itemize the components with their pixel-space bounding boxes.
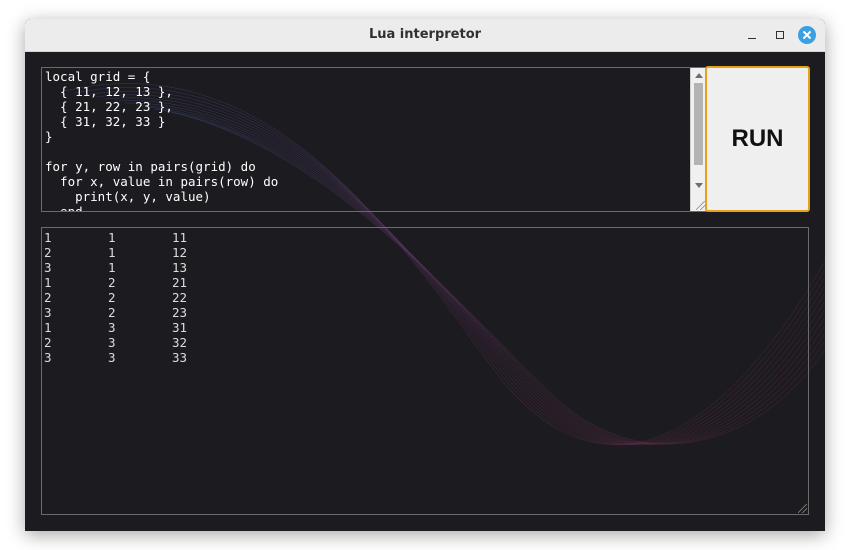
output-cell: 11 [172,230,188,245]
output-cell: 2 [108,305,116,320]
scroll-down-arrow-icon[interactable] [695,183,703,188]
output-cell: 1 [108,245,116,260]
output-cell: 12 [172,245,188,260]
output-cell: 2 [108,275,116,290]
title-bar[interactable]: Lua interpretor [25,19,825,52]
editor-resize-grip-icon[interactable] [696,201,705,210]
code-editor-text[interactable]: local grid = { { 11, 12, 13 }, { 21, 22,… [45,69,278,211]
output-cell: 1 [44,320,52,335]
output-cell: 1 [44,230,52,245]
output-cell: 33 [172,350,188,365]
maximize-icon[interactable] [771,26,789,44]
output-cell: 3 [44,350,52,365]
window-title: Lua interpretor [368,27,482,42]
output-cell: 1 [44,275,52,290]
output-cell: 2 [44,290,52,305]
scroll-up-arrow-icon[interactable] [695,73,703,78]
output-cell: 13 [172,260,188,275]
output-cell: 2 [108,290,116,305]
output-cell: 21 [172,275,188,290]
output-cell: 32 [172,335,188,350]
minimize-icon[interactable] [743,26,761,44]
scrollbar-thumb[interactable] [694,83,703,165]
output-cell: 23 [172,305,188,320]
app-window: Lua interpretor local grid = {{11, 12,… [25,19,825,531]
editor-scrollbar[interactable] [690,68,706,211]
output-cell: 3 [44,305,52,320]
output-console[interactable]: 1 1 11 2 1 12 3 1 13 1 2 21 2 2 22 3 2 23 1 3 31 2 3 32 3 3 33 [41,227,809,515]
output-cell: 1 [108,260,116,275]
close-icon[interactable] [798,26,816,44]
output-cell: 3 [44,260,52,275]
output-cell: 2 [44,335,52,350]
code-editor[interactable]: local grid = { { 11, 12, 13 }, { 21, 22,… [41,67,707,212]
output-cell: 3 [108,350,116,365]
output-cell: 2 [44,245,52,260]
output-cell: 22 [172,290,188,305]
output-resize-grip-icon[interactable] [798,504,807,513]
output-cell: 3 [108,335,116,350]
run-button[interactable]: RUN [705,66,810,212]
output-cell: 31 [172,320,188,335]
output-cell: 1 [108,230,116,245]
output-cell: 3 [108,320,116,335]
